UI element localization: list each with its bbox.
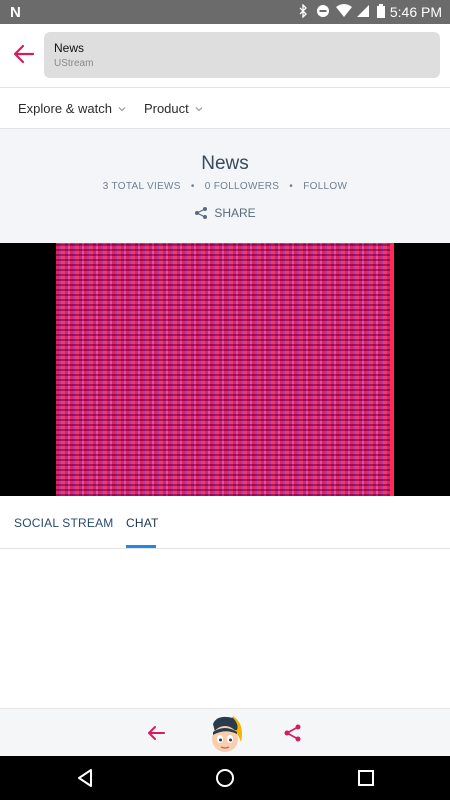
page-subtitle: UStream: [54, 58, 94, 69]
nav-item-label: Explore & watch: [18, 101, 112, 116]
followers-count: 0 FOLLOWERS: [204, 181, 280, 192]
total-views: 3 TOTAL VIEWS: [102, 181, 181, 192]
app-bar: News UStream: [0, 24, 450, 88]
wifi-icon: [336, 4, 352, 18]
arrow-left-icon: [13, 44, 35, 64]
channel-header: News 3 TOTAL VIEWS • 0 FOLLOWERS • FOLLO…: [0, 129, 450, 243]
channel-stats: 3 TOTAL VIEWS • 0 FOLLOWERS • FOLLOW: [0, 181, 450, 192]
mascot-avatar-icon[interactable]: [203, 712, 247, 756]
signal-icon: [356, 4, 370, 18]
bottom-toolbar: [0, 708, 450, 756]
bluetooth-icon: [296, 3, 310, 19]
back-button[interactable]: [8, 38, 40, 70]
share-icon: [195, 207, 208, 219]
nav-item-explore[interactable]: Explore & watch: [18, 101, 126, 116]
chevron-down-icon: [118, 106, 126, 111]
share-label: SHARE: [214, 206, 256, 220]
separator: •: [289, 181, 294, 192]
status-bar: N 5:46 PM: [0, 0, 450, 24]
video-player[interactable]: [0, 243, 450, 496]
tab-bar: SOCIAL STREAM CHAT: [0, 496, 450, 549]
nav-back-icon[interactable]: [74, 767, 96, 789]
battery-icon: [376, 4, 390, 18]
notification-n-icon: N: [10, 4, 21, 21]
video-frame: [56, 243, 394, 496]
tab-active-indicator: [126, 545, 156, 548]
do-not-disturb-icon: [316, 4, 330, 18]
clock: 5:46 PM: [389, 4, 442, 20]
tab-social-stream[interactable]: SOCIAL STREAM: [14, 516, 114, 530]
system-icons: [296, 3, 390, 19]
tab-chat[interactable]: CHAT: [126, 516, 159, 530]
separator: •: [190, 181, 195, 192]
share-icon[interactable]: [283, 723, 303, 743]
channel-title: News: [201, 153, 249, 174]
share-button[interactable]: SHARE: [194, 206, 256, 220]
page-title-box[interactable]: News UStream: [44, 32, 440, 78]
nav-recents-icon[interactable]: [355, 767, 377, 789]
chevron-down-icon: [195, 106, 203, 111]
chat-content: [0, 550, 450, 708]
nav-item-label: Product: [143, 101, 189, 116]
nav-menu: Explore & watch Product: [0, 89, 450, 129]
nav-item-product[interactable]: Product: [144, 101, 203, 116]
nav-home-icon[interactable]: [214, 767, 236, 789]
back-arrow-icon[interactable]: [146, 723, 166, 743]
follow-link[interactable]: FOLLOW: [303, 181, 347, 192]
page-title: News: [54, 41, 85, 55]
android-nav-bar: [0, 756, 450, 800]
